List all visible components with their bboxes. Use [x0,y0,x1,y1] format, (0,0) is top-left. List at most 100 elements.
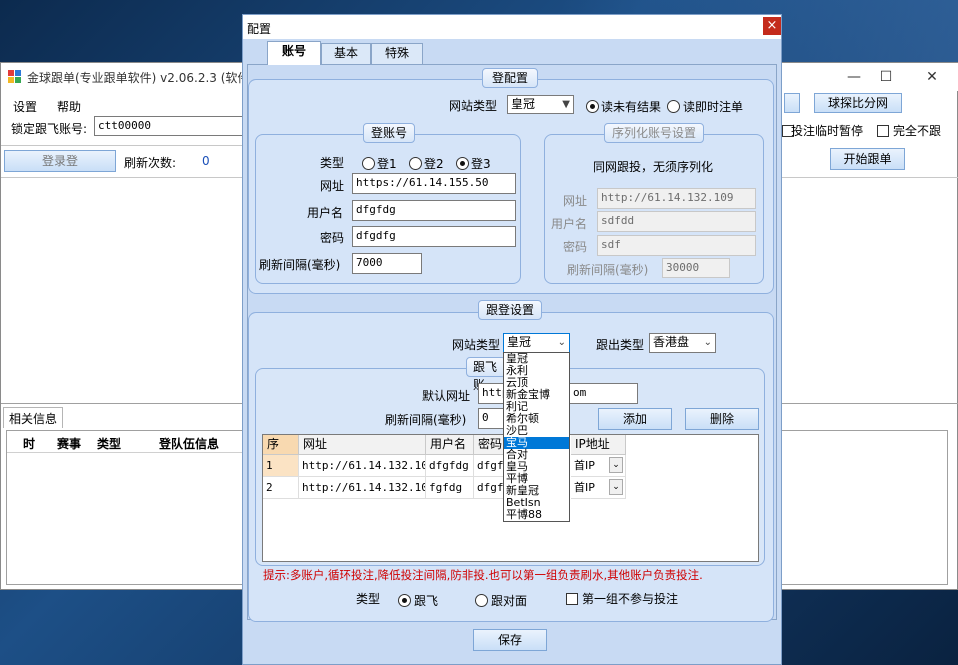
info-col-time[interactable]: 时 [23,435,35,452]
type-login1-label: 登1 [377,157,397,171]
serial-note: 同网跟投，无须序列化 [593,160,714,174]
row2-user[interactable]: fgfdg [426,477,474,499]
out-type-label: 跟出类型 [596,338,645,352]
url-input[interactable]: https://61.14.155.50 [352,173,516,194]
read-unsettled-radio[interactable] [586,100,599,113]
close-button[interactable]: ✕ [917,66,947,88]
info-col-type[interactable]: 类型 [97,435,121,452]
serial-password-input[interactable]: sdf [597,235,756,256]
follow-interval-input[interactable]: 0 [478,408,506,429]
col-url[interactable]: 网址 [299,435,426,455]
out-type-select[interactable]: 香港盘 ⌄ [649,333,716,353]
follow-opposite-label: 跟对面 [491,594,528,608]
chevron-down-icon: ⌄ [703,337,712,348]
login-account-title: 登账号 [363,123,415,143]
read-unsettled-label: 读未有结果 [601,100,662,114]
type-login3-label: 登3 [471,157,491,171]
tab-basic[interactable]: 基本 [321,43,371,64]
site-type-label: 网站类型 [449,99,498,113]
chevron-down-icon: ⌄ [557,337,566,348]
first-group-checkbox[interactable] [566,593,578,605]
row2-ip[interactable]: 首IP ⌄ [571,477,626,499]
serial-interval-label: 刷新间隔(毫秒) [567,263,649,277]
url-label: 网址 [320,179,345,193]
default-url-label: 默认网址 [422,389,471,403]
info-col-event[interactable]: 赛事 [57,435,81,452]
follow-opposite-radio[interactable] [475,594,488,607]
row1-ip-value: 首IP [574,459,595,472]
divider [1,145,245,146]
dialog-title: 配置 [247,22,272,36]
row2-ip-value: 首IP [574,481,595,494]
serial-username-input[interactable]: sdfdd [597,211,756,232]
row1-no[interactable]: 1 [263,455,299,477]
lock-account-label: 锁定跟飞账号: [11,122,88,136]
col-no[interactable]: 序 [263,435,299,455]
password-label: 密码 [320,231,345,245]
type-login1-radio[interactable] [362,157,375,170]
row2-url[interactable]: http://61.14.132.109 [299,477,426,499]
info-col-team[interactable]: 登队伍信息 [159,435,219,452]
menu-settings[interactable]: 设置 [13,98,37,115]
menu-help[interactable]: 帮助 [57,98,81,115]
start-follow-button[interactable]: 开始跟单 [830,148,905,170]
no-follow-label: 完全不跟 [893,124,942,138]
refresh-interval-input[interactable]: 7000 [352,253,422,274]
app-icon [8,70,22,84]
tab-account[interactable]: 账号 [267,41,321,65]
follow-type-label: 类型 [356,592,381,606]
site-type-select[interactable]: 皇冠 ▼ [507,95,574,114]
row2-no[interactable]: 2 [263,477,299,499]
bet-pause-label: 投注临时暂停 [791,124,864,138]
out-type-value: 香港盘 [653,335,690,349]
login-config-title: 登配置 [482,68,538,88]
maximize-button[interactable]: ☐ [871,66,901,88]
password-input[interactable]: dfgdfg [352,226,516,247]
row1-ip[interactable]: 首IP ⌄ [571,455,626,477]
refresh-count-value: 0 [202,154,210,168]
refresh-interval-label: 刷新间隔(毫秒) [259,258,341,272]
info-tab[interactable]: 相关信息 [3,407,63,428]
dialog-close-button[interactable]: × [763,17,781,35]
lock-account-input[interactable]: ctt00000 [94,116,244,136]
serial-account-title: 序列化账号设置 [604,123,704,143]
add-button[interactable]: 添加 [598,408,672,430]
follow-fly-radio[interactable] [398,594,411,607]
row1-user[interactable]: dfgfdg [426,455,474,477]
col-ip[interactable]: IP地址 [571,435,626,455]
dropdown-option[interactable]: 平博88 [504,509,569,521]
serial-username-label: 用户名 [551,217,588,231]
username-label: 用户名 [307,206,344,220]
refresh-count-label: 刷新次数: [124,156,177,170]
no-follow-checkbox[interactable] [877,125,889,137]
save-button[interactable]: 保存 [473,629,547,651]
login-button[interactable]: 登录登 [4,150,116,172]
chevron-down-icon[interactable]: ⌄ [609,457,623,473]
serial-url-input[interactable]: http://61.14.132.109 [597,188,756,209]
follow-account-title: 跟飞账 [466,357,506,392]
site-type-value: 皇冠 [511,97,536,111]
type-login2-radio[interactable] [409,157,422,170]
chevron-down-icon[interactable]: ⌄ [609,479,623,495]
partial-button[interactable] [784,93,800,113]
read-live-radio[interactable] [667,100,680,113]
follow-config-title: 跟登设置 [478,300,542,320]
follow-site-type-select[interactable]: 皇冠 ⌄ [503,333,570,353]
row1-url[interactable]: http://61.14.132.109 [299,455,426,477]
chevron-down-icon: ▼ [562,99,570,110]
type-login2-label: 登2 [424,157,444,171]
info-header: 时 赛事 类型 登队伍信息 [7,431,245,453]
tab-special[interactable]: 特殊 [371,43,423,64]
type-login3-radio[interactable] [456,157,469,170]
score-site-button[interactable]: 球探比分网 [814,93,902,113]
default-url-tail: om [573,386,587,399]
delete-button[interactable]: 删除 [685,408,759,430]
hint-text: 提示:多账户,循环投注,降低投注间隔,防非投.也可以第一组负责刷水,其他账户负责… [263,568,703,582]
follow-fly-label: 跟飞 [414,594,439,608]
serial-interval-input[interactable]: 30000 [662,258,730,278]
follow-site-type-value: 皇冠 [507,335,532,349]
username-input[interactable]: dfgfdg [352,200,516,221]
main-title: 金球跟单(专业跟单软件) v2.06.2.3 (软件 [27,71,250,85]
col-user[interactable]: 用户名 [426,435,474,455]
minimize-button[interactable]: — [839,66,869,88]
